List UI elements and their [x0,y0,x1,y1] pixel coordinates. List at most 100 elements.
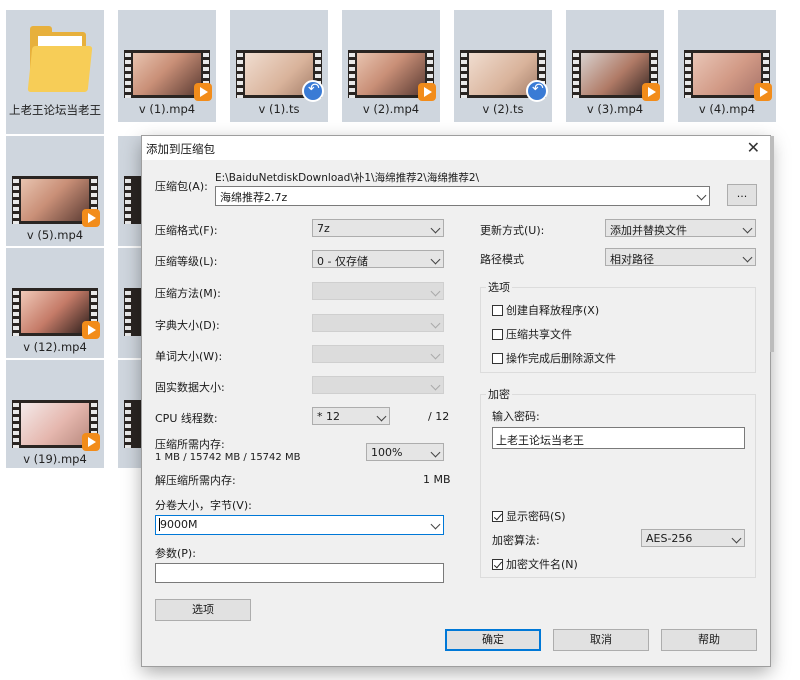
archive-name-combo[interactable]: 海绵推荐2.7z [215,186,710,206]
folder-icon [27,26,93,92]
cancel-button[interactable]: 取消 [553,629,649,651]
decomp-label: 解压缩所需内存: [155,474,236,487]
file-name: v (4).mp4 [698,102,756,116]
format-label: 压缩格式(F): [155,224,218,237]
chevron-down-icon [430,447,441,458]
chevron-down-icon [430,349,441,360]
file-tile-hidden[interactable] [118,248,142,358]
file-tile[interactable]: v (2).ts [454,10,552,122]
decomp-value: 1 MB [423,473,451,486]
mem-label: 压缩所需内存: [155,438,225,451]
volume-value: 9000M [160,518,198,531]
encrypt-names-label: 加密文件名(N) [506,558,578,571]
solid-select[interactable] [312,376,444,394]
checkbox-box[interactable] [492,305,503,316]
text-caret [159,518,160,531]
chevron-down-icon [430,286,441,297]
options-button[interactable]: 选项 [155,599,251,621]
file-tile[interactable]: v (2).mp4 [342,10,440,122]
checkbox-box[interactable] [492,353,503,364]
media-player-icon [754,83,772,101]
file-tile[interactable]: v (3).mp4 [566,10,664,122]
password-input[interactable]: 上老王论坛当老王 [492,427,745,449]
checkbox-box[interactable] [492,559,503,570]
path-select[interactable]: 相对路径 [605,248,756,266]
enc-method-label: 加密算法: [492,534,540,547]
browse-button[interactable]: ... [727,184,757,206]
file-name: v (19).mp4 [23,452,87,466]
file-name: v (2).ts [482,102,524,116]
options-group-title: 选项 [486,279,512,295]
enc-method-value: AES-256 [646,532,693,545]
file-tile[interactable]: v (19).mp4 [6,360,104,468]
update-select[interactable]: 添加并替换文件 [605,219,756,237]
ts-player-icon [302,80,324,102]
mem-percent-value: 100% [371,446,403,459]
file-tile[interactable]: v (12).mp4 [6,248,104,358]
level-select[interactable]: 0 - 仅存储 [312,250,444,268]
cpu-total: / 12 [428,410,450,423]
file-tile[interactable]: v (5).mp4 [6,136,104,246]
dict-label: 字典大小(D): [155,319,220,332]
format-value: 7z [317,222,330,235]
method-label: 压缩方法(M): [155,287,221,300]
video-thumbnail [124,400,142,448]
word-select[interactable] [312,345,444,363]
level-value: 0 - 仅存储 [317,255,368,268]
file-tile-folder[interactable]: 上老王论坛当老王 [6,10,104,134]
mem-percent-select[interactable]: 100% [366,443,444,461]
chevron-down-icon [430,318,441,329]
enc-method-select[interactable]: AES-256 [641,529,745,547]
show-password-label: 显示密码(S) [506,510,566,523]
file-name: v (1).ts [258,102,300,116]
volume-label: 分卷大小，字节(V): [155,499,252,512]
chevron-down-icon [430,223,441,234]
archive-name-value: 海绵推荐2.7z [220,191,288,204]
file-name: v (3).mp4 [586,102,644,116]
sfx-label: 创建自释放程序(X) [506,304,600,317]
format-select[interactable]: 7z [312,219,444,237]
ok-button[interactable]: 确定 [445,629,541,651]
encrypt-names-checkbox[interactable]: 加密文件名(N) [492,556,578,572]
file-tile[interactable]: v (4).mp4 [678,10,776,122]
chevron-down-icon [731,533,742,544]
file-tile-hidden[interactable] [118,136,142,246]
params-input[interactable] [155,563,444,583]
chevron-down-icon [430,380,441,391]
dict-select[interactable] [312,314,444,332]
checkbox-box[interactable] [492,511,503,522]
cpu-threads-select[interactable]: * 12 [312,407,390,425]
word-label: 单词大小(W): [155,350,223,363]
file-name: v (12).mp4 [23,340,87,354]
shared-checkbox[interactable]: 压缩共享文件 [492,326,572,342]
delete-source-checkbox[interactable]: 操作完成后删除源文件 [492,350,616,366]
encryption-group-title: 加密 [486,386,512,402]
media-player-icon [82,321,100,339]
media-player-icon [642,83,660,101]
volume-combo[interactable]: 9000M [155,515,444,535]
checkbox-box[interactable] [492,329,503,340]
file-name: v (5).mp4 [26,228,84,242]
chevron-down-icon [742,252,753,263]
chevron-down-icon[interactable] [696,190,707,201]
chevron-down-icon [742,223,753,234]
chevron-down-icon [376,411,387,422]
show-password-checkbox[interactable]: 显示密码(S) [492,508,566,524]
password-value: 上老王论坛当老王 [496,434,584,447]
sfx-checkbox[interactable]: 创建自释放程序(X) [492,302,599,318]
help-button[interactable]: 帮助 [661,629,757,651]
cpu-label: CPU 线程数: [155,412,218,425]
file-tile[interactable]: v (1).ts [230,10,328,122]
media-player-icon [194,83,212,101]
method-select[interactable] [312,282,444,300]
file-name: v (1).mp4 [138,102,196,116]
file-tile[interactable]: v (1).mp4 [118,10,216,122]
password-label: 输入密码: [492,410,540,423]
scrollbar[interactable] [770,136,774,352]
cpu-value: * 12 [317,410,340,423]
close-icon[interactable]: ✕ [747,138,760,157]
file-tile-hidden[interactable] [118,360,142,468]
media-player-icon [418,83,436,101]
archive-label: 压缩包(A): [155,180,208,193]
file-name: 上老王论坛当老王 [9,103,101,117]
